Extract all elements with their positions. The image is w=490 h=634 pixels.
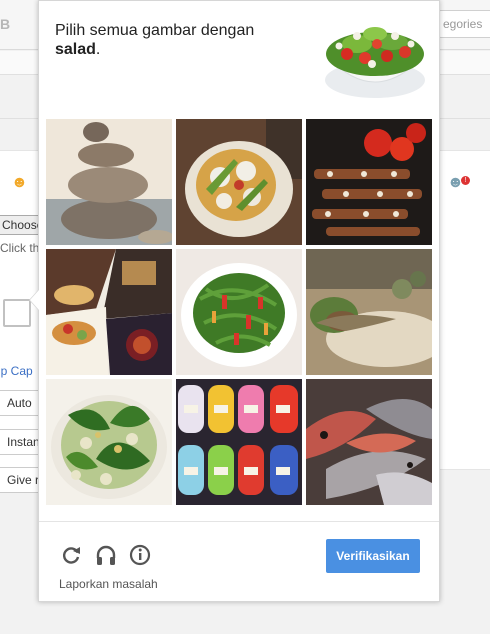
reload-icon[interactable]	[59, 543, 83, 567]
image-tile-restaurant-collage[interactable]	[46, 249, 172, 375]
image-tile-raw-fish[interactable]	[306, 379, 432, 505]
image-tile-fish-dish[interactable]	[306, 249, 432, 375]
prompt-target: salad	[55, 41, 96, 58]
popup-pointer	[29, 289, 39, 311]
sick-face-icon: ☻!	[447, 174, 470, 192]
reference-salad-image	[317, 8, 433, 104]
prompt-suffix: .	[95, 41, 101, 58]
prompt-line: Pilih semua gambar dengan	[55, 22, 255, 39]
image-tile-yarn[interactable]	[176, 379, 302, 505]
image-grid	[46, 119, 434, 507]
image-tile-salad-plate[interactable]	[176, 119, 302, 245]
background-skip-link[interactable]: ip Cap	[0, 364, 33, 378]
captcha-challenge-popup: Pilih semua gambar dengan salad. Laporka…	[29, 0, 440, 602]
verify-button[interactable]: Verifikasikan	[326, 539, 420, 573]
headphones-icon[interactable]	[94, 543, 118, 567]
captcha-checkbox[interactable]	[3, 299, 31, 327]
background-logo: B	[0, 16, 11, 32]
footer-divider	[39, 521, 439, 522]
image-tile-noodle-salad[interactable]	[176, 249, 302, 375]
report-problem-link[interactable]: Laporkan masalah	[59, 577, 158, 591]
image-tile-leafy-salad[interactable]	[46, 379, 172, 505]
challenge-prompt: Pilih semua gambar dengan salad.	[55, 21, 254, 59]
background-click-text: Click th	[0, 241, 40, 255]
info-icon[interactable]	[128, 543, 152, 567]
image-tile-stones[interactable]	[46, 119, 172, 245]
background-choose-button[interactable]: Choose	[0, 215, 42, 235]
background-categories-dropdown[interactable]: egories	[438, 10, 490, 38]
emoji-face-icon: ☻	[11, 174, 28, 191]
image-tile-skewers[interactable]	[306, 119, 432, 245]
